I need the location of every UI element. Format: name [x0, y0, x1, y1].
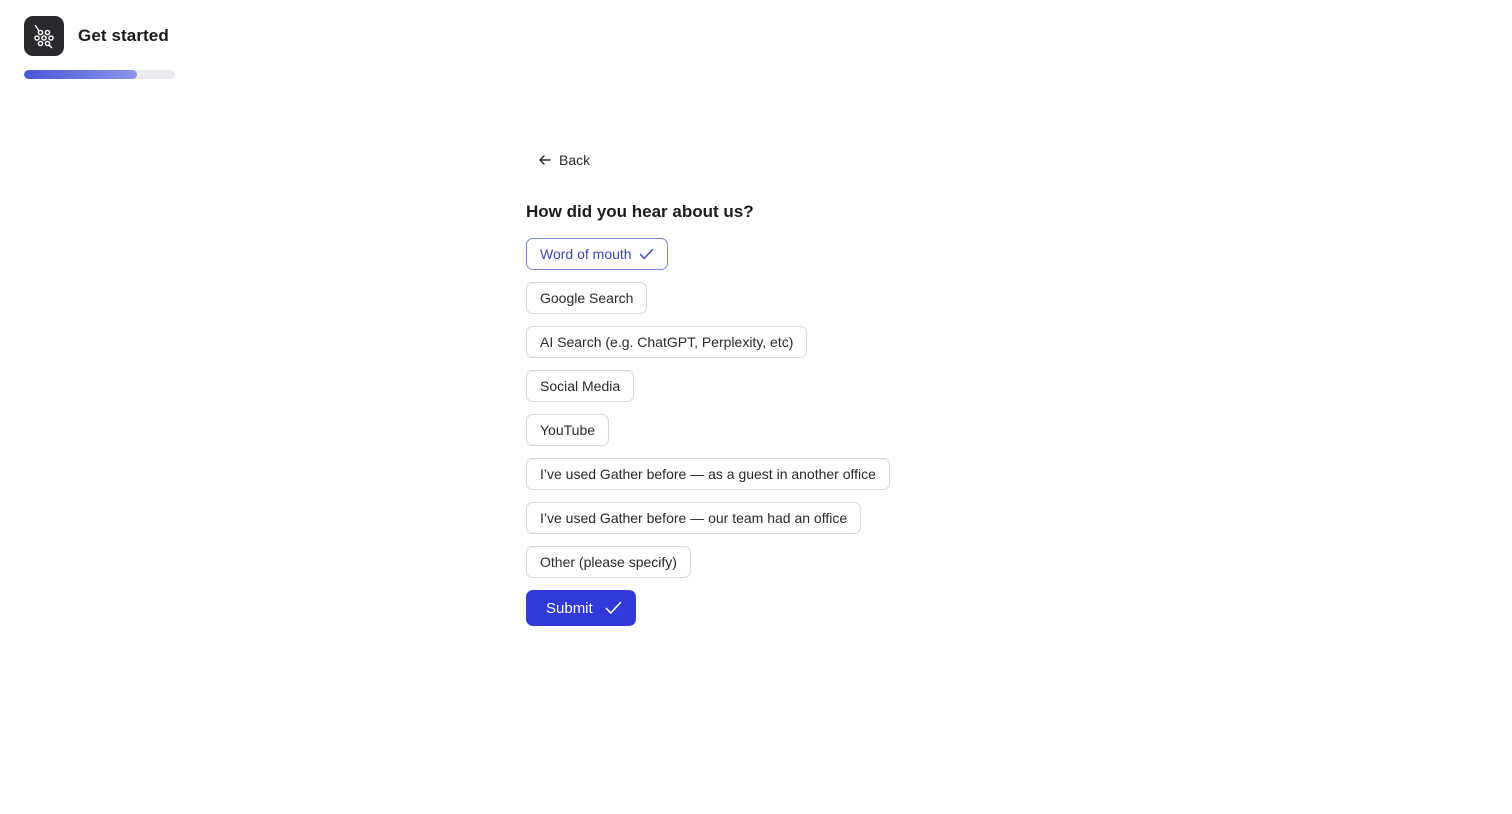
options-list: Word of mouth Google Search AI Search (e.g… [526, 238, 1026, 578]
option-button[interactable]: Social Media [526, 370, 635, 402]
option-button[interactable]: YouTube [526, 414, 610, 446]
page-title: Get started [78, 26, 169, 45]
submit-button[interactable]: Submit [526, 590, 636, 626]
option-label: I’ve used Gather before — our team had a… [540, 510, 848, 526]
option-label: Word of mouth [540, 246, 632, 262]
app-logo [24, 16, 64, 56]
back-button-label: Back [559, 152, 591, 168]
option-label: Social Media [540, 378, 621, 394]
option-button[interactable]: I’ve used Gather before — as a guest in … [526, 458, 890, 490]
progress-bar-fill [24, 70, 138, 79]
submit-button-label: Submit [546, 599, 593, 617]
check-icon [605, 601, 622, 615]
option-label: I’ve used Gather before — as a guest in … [540, 466, 876, 482]
option-button[interactable]: Other (please specify) [526, 546, 691, 578]
arrow-left-icon [538, 153, 552, 167]
header: Get started [24, 16, 169, 56]
survey-form: Back How did you hear about us? Word of … [526, 148, 1026, 626]
graph-nodes-icon [34, 24, 54, 49]
option-button[interactable]: Word of mouth [526, 238, 668, 270]
option-button[interactable]: AI Search (e.g. ChatGPT, Perplexity, etc… [526, 326, 808, 358]
check-icon [639, 248, 654, 260]
question-heading: How did you hear about us? [526, 202, 754, 221]
option-label: Google Search [540, 290, 634, 306]
option-button[interactable]: I’ve used Gather before — our team had a… [526, 502, 862, 534]
option-label: Other (please specify) [540, 554, 677, 570]
option-button[interactable]: Google Search [526, 282, 648, 314]
option-label: AI Search (e.g. ChatGPT, Perplexity, etc… [540, 334, 794, 350]
back-button[interactable]: Back [538, 148, 590, 172]
progress-bar [24, 70, 175, 79]
option-label: YouTube [540, 422, 596, 438]
